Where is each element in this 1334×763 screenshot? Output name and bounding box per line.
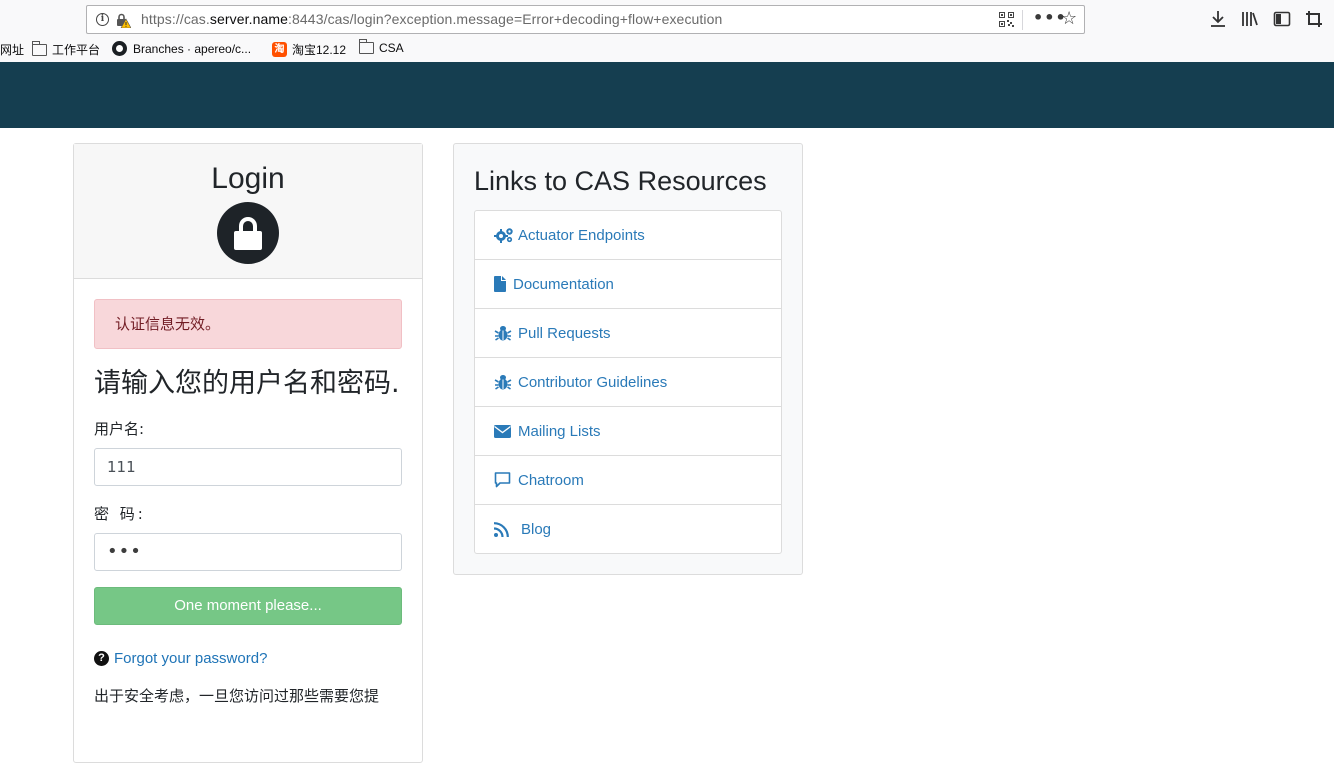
download-icon[interactable] [1208,9,1228,29]
bookmark-item[interactable]: Branches · apereo/c... [112,41,251,56]
bookmark-star-icon[interactable]: ☆ [1061,8,1077,29]
address-bar-separator [1022,10,1023,30]
url-text[interactable]: https://cas.server.name:8443/cas/login?e… [141,11,722,27]
lock-icon [217,202,279,264]
link-pull-requests[interactable]: Pull Requests [475,308,781,357]
question-circle-icon: ? [94,651,109,666]
folder-icon [359,39,374,54]
link-mailing-lists[interactable]: Mailing Lists [475,406,781,455]
link-label: Pull Requests [518,324,611,342]
link-label: Actuator Endpoints [518,226,645,244]
link-chatroom[interactable]: Chatroom [475,455,781,504]
bookmark-label: Branches · apereo/c... [133,41,252,56]
bookmark-item[interactable]: 淘 淘宝12.12 [272,41,346,58]
login-form: 认证信息无效。 请输入您的用户名和密码. 用户名: 111 密 码: ••• O… [74,279,422,706]
username-label: 用户名: [94,420,145,438]
login-card: Login 认证信息无效。 请输入您的用户名和密码. 用户名: 111 密 码:… [73,143,423,763]
error-alert: 认证信息无效。 [94,299,402,349]
sidebar-icon[interactable] [1272,9,1292,29]
envelope-icon [494,423,514,439]
github-icon [112,41,127,56]
file-icon [494,276,507,292]
resources-title: Links to CAS Resources [474,166,767,196]
taobao-icon: 淘 [272,42,287,57]
address-bar[interactable]: i https://cas.server.name:8443/cas/login… [86,5,1085,34]
password-label: 密 码: [94,505,146,523]
login-prompt: 请输入您的用户名和密码. [94,368,400,399]
gears-icon [494,227,514,243]
submit-button[interactable]: One moment please... [94,587,402,625]
bug-icon [494,374,514,390]
qr-code-icon[interactable] [999,12,1014,27]
site-header-bar [0,62,1334,128]
link-label: Blog [521,520,552,538]
bug-icon [494,325,514,341]
bookmark-label: 淘宝12.12 [292,43,347,57]
insecure-lock-icon[interactable] [115,12,131,28]
bookmark-label: 网址 [0,43,25,57]
link-contributor-guidelines[interactable]: Contributor Guidelines [475,357,781,406]
link-actuator-endpoints[interactable]: Actuator Endpoints [475,211,781,259]
bookmark-label: CSA [379,41,404,55]
forgot-password-label: Forgot your password? [114,650,268,667]
forgot-password-link[interactable]: ? Forgot your password? [94,650,402,667]
security-note: 出于安全考虑，一旦您访问过那些需要您提 [94,687,380,705]
bookmark-label: 工作平台 [52,43,101,57]
link-label: Chatroom [518,471,584,489]
library-icon[interactable] [1240,9,1260,29]
folder-icon [32,40,47,56]
link-documentation[interactable]: Documentation [475,259,781,308]
link-label: Mailing Lists [518,422,601,440]
link-blog[interactable]: Blog [475,504,781,553]
resources-list: Actuator Endpoints Documentation Pull Re… [474,210,782,554]
password-input[interactable]: ••• [94,533,402,571]
browser-chrome: i https://cas.server.name:8443/cas/login… [0,0,1334,62]
comment-icon [494,472,514,488]
link-label: Documentation [513,275,614,293]
bookmark-item[interactable]: 工作平台 [32,40,101,58]
username-input[interactable]: 111 [94,448,402,486]
bookmark-item[interactable]: 网址 [0,41,24,58]
info-icon[interactable]: i [96,13,109,26]
login-title: Login [211,162,285,195]
crop-screenshot-icon[interactable] [1304,9,1324,29]
bookmark-item[interactable]: CSA [359,39,404,55]
link-label: Contributor Guidelines [518,373,668,391]
rss-icon [494,521,516,537]
resources-card: Links to CAS Resources Actuator Endpoint… [453,143,803,575]
bookmarks-toolbar: 网址 工作平台 Branches · apereo/c... 淘 淘宝12.12… [0,38,1334,60]
login-card-header: Login [74,144,422,279]
